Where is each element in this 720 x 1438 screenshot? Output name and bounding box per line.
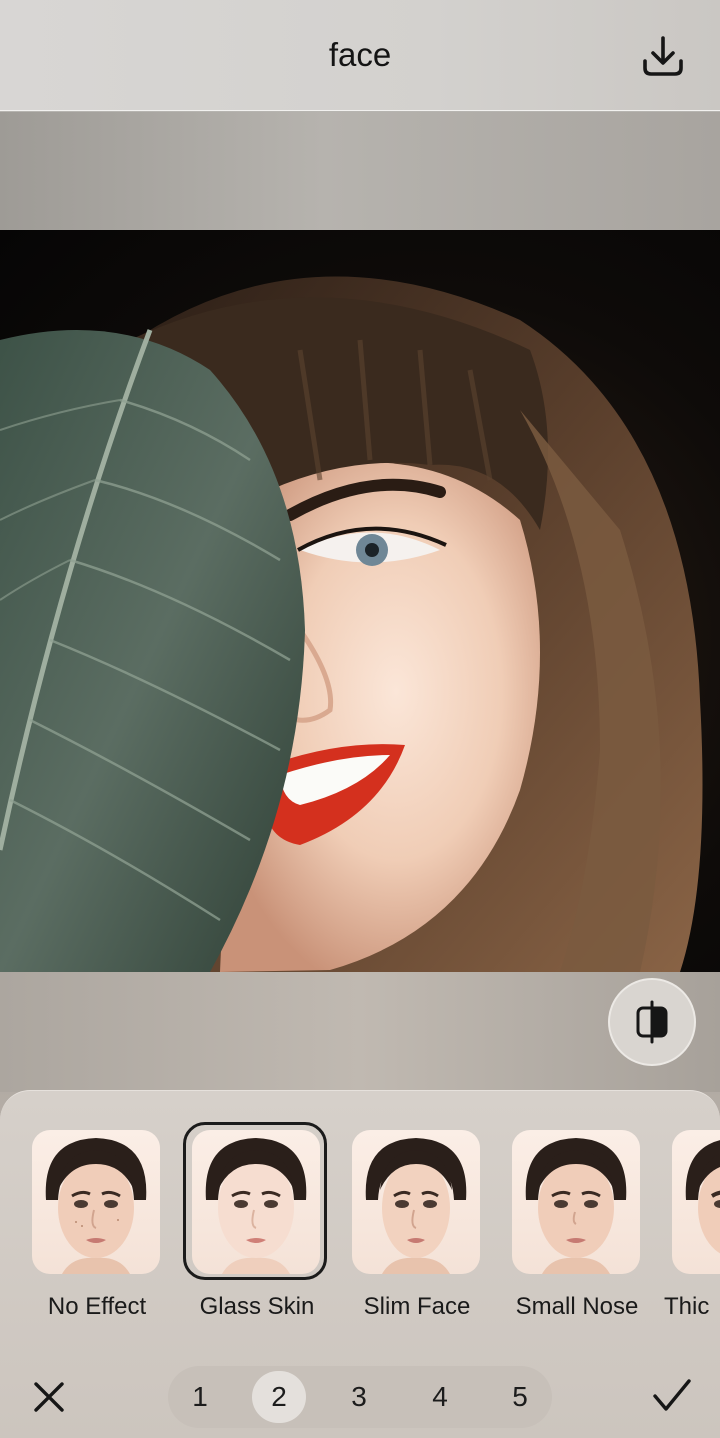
effect-slim-face[interactable]: Slim Face bbox=[352, 1120, 502, 1330]
effect-thumbnail bbox=[672, 1130, 720, 1274]
cancel-button[interactable] bbox=[26, 1374, 72, 1420]
download-button[interactable] bbox=[634, 30, 692, 82]
effect-no-effect[interactable]: No Effect bbox=[32, 1120, 182, 1330]
effect-thumbnail bbox=[512, 1130, 640, 1274]
canvas-padding-top bbox=[0, 112, 720, 230]
effect-label: Thic bbox=[664, 1293, 710, 1320]
download-icon bbox=[643, 36, 683, 76]
effect-thumbnail bbox=[32, 1130, 160, 1274]
confirm-button[interactable] bbox=[648, 1372, 696, 1420]
checkmark-icon bbox=[653, 1379, 691, 1411]
effect-label: No Effect bbox=[47, 1293, 147, 1320]
effect-thumbnail bbox=[352, 1130, 480, 1274]
level-5[interactable]: 5 bbox=[493, 1371, 547, 1423]
compare-icon bbox=[636, 1000, 668, 1044]
effect-small-nose[interactable]: Small Nose bbox=[512, 1120, 662, 1330]
effect-label: Glass Skin bbox=[199, 1293, 315, 1320]
page-title: face bbox=[328, 36, 392, 73]
effect-label: Slim Face bbox=[363, 1293, 471, 1320]
level-2[interactable]: 2 bbox=[252, 1371, 306, 1423]
effect-thumbnail bbox=[192, 1130, 320, 1274]
top-bar: face bbox=[0, 0, 720, 111]
effect-thick[interactable]: Thic bbox=[664, 1120, 720, 1330]
level-1[interactable]: 1 bbox=[173, 1371, 227, 1423]
level-4[interactable]: 4 bbox=[413, 1371, 467, 1423]
effect-label: Small Nose bbox=[515, 1293, 639, 1320]
level-3[interactable]: 3 bbox=[332, 1371, 386, 1423]
effect-glass-skin[interactable]: Glass Skin bbox=[183, 1120, 342, 1330]
close-icon bbox=[34, 1382, 64, 1412]
intensity-selector: 1 2 3 4 5 bbox=[168, 1366, 552, 1428]
edited-photo[interactable] bbox=[0, 230, 720, 972]
effects-list[interactable]: No Effect Glass Skin Slim Face Small Nos… bbox=[0, 1120, 720, 1330]
compare-button[interactable] bbox=[608, 978, 696, 1066]
